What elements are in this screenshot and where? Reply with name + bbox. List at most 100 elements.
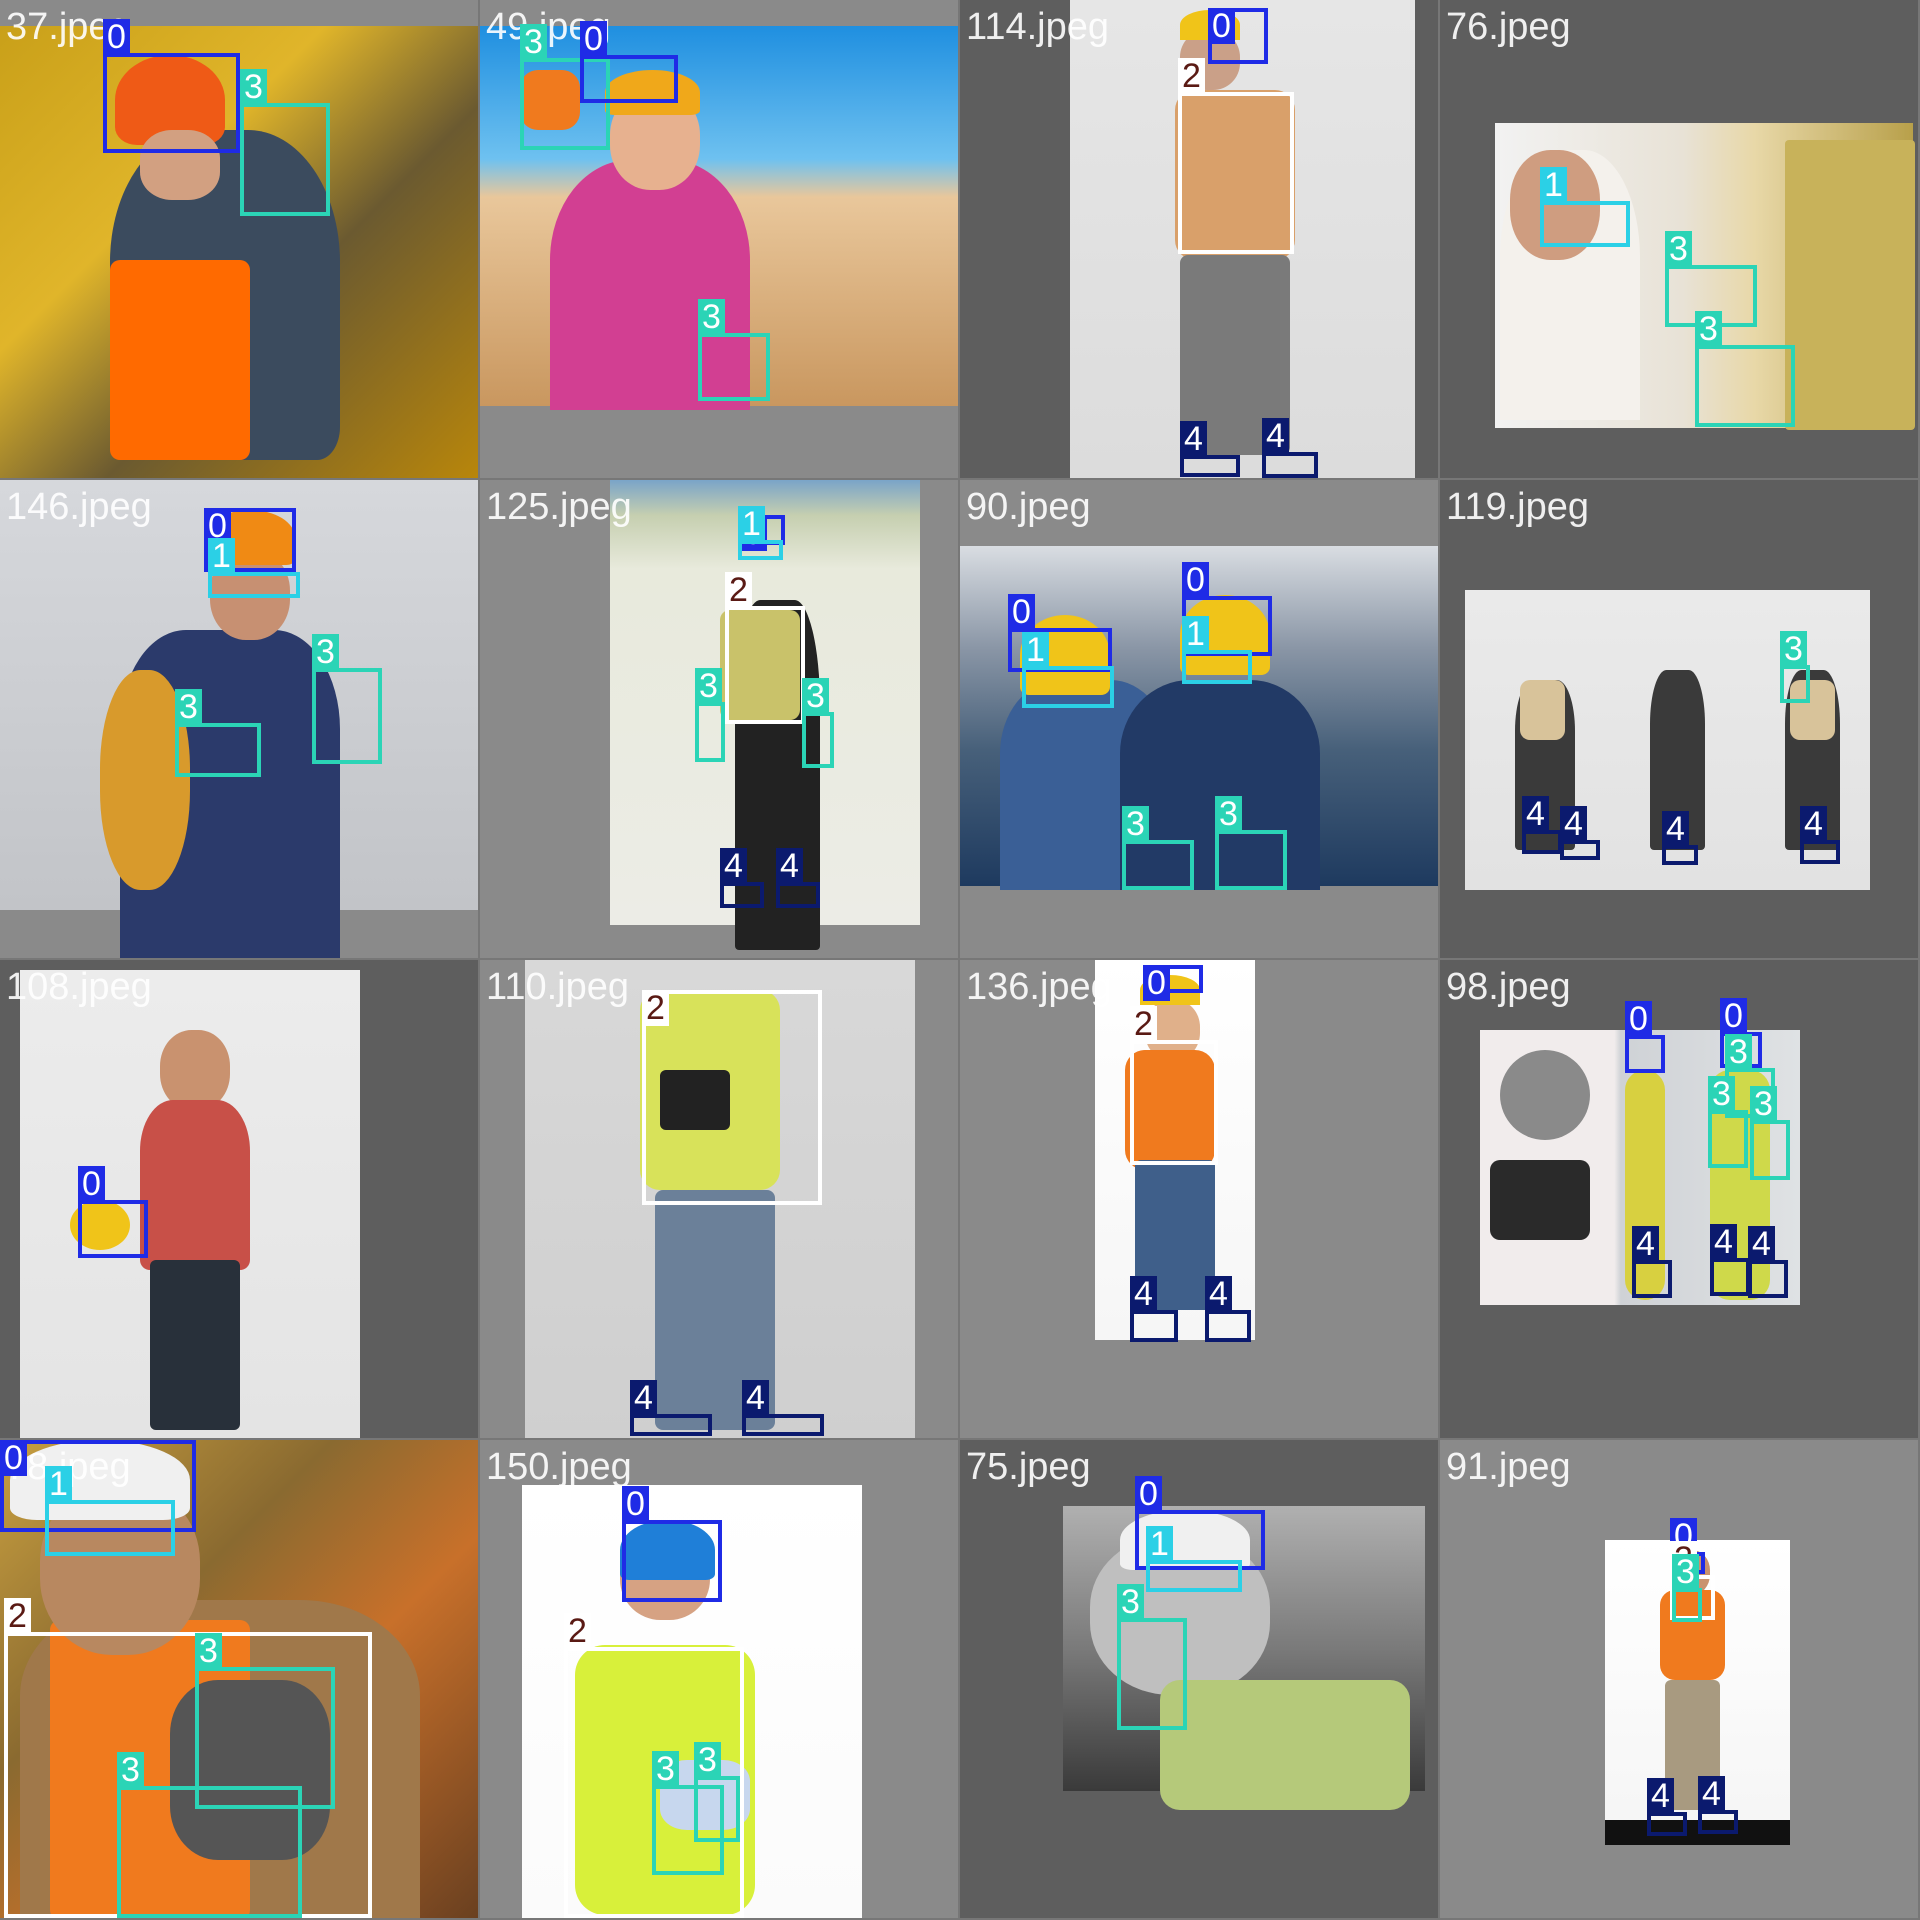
bbox-label: 4	[1710, 1224, 1737, 1260]
bbox-class-3: 3	[312, 634, 382, 764]
bbox-label: 3	[312, 634, 339, 670]
bbox-class-0: 0	[622, 1486, 722, 1602]
mosaic-tile-114: 114.jpeg 0 2 4 4	[960, 0, 1438, 478]
bbox-label: 1	[1146, 1526, 1173, 1562]
bbox-class-4: 4	[1522, 796, 1562, 854]
bbox-class-4: 4	[1560, 806, 1600, 860]
image-filename: 150.jpeg	[486, 1446, 632, 1488]
bbox-class-4: 4	[1748, 1226, 1788, 1298]
bbox-class-1: 1	[1540, 167, 1630, 247]
scene-shape	[1160, 1680, 1410, 1810]
mosaic-tile-49: 49.jpeg 3 0 3	[480, 0, 958, 478]
bbox-label: 3	[695, 668, 722, 704]
bbox-label: 0	[1720, 998, 1747, 1034]
scene-shape	[160, 1030, 230, 1110]
bbox-label: 1	[1540, 167, 1567, 203]
bbox-label: 3	[1750, 1086, 1777, 1122]
bbox-class-4: 4	[630, 1380, 712, 1436]
mosaic-tile-110: 110.jpeg 2 4 4	[480, 960, 958, 1438]
bbox-label: 0	[1625, 1001, 1652, 1037]
bbox-class-3: 3	[695, 668, 725, 762]
bbox-class-3: 3	[1695, 311, 1795, 427]
bbox-class-1: 1	[208, 538, 300, 598]
bbox-class-3: 3	[1117, 1584, 1187, 1730]
bbox-class-3: 3	[1215, 796, 1287, 890]
image-filename: 146.jpeg	[6, 486, 152, 528]
bbox-class-3: 3	[1750, 1086, 1790, 1180]
bbox-label: 4	[1205, 1276, 1232, 1312]
image-filename: 110.jpeg	[486, 966, 629, 1008]
bbox-class-3: 3	[240, 69, 330, 216]
bbox-label: 0	[1182, 562, 1209, 598]
bbox-class-4: 4	[1800, 806, 1840, 864]
mosaic-tile-91: 91.jpeg02344	[1440, 1440, 1918, 1918]
bbox-label: 3	[1672, 1554, 1699, 1590]
bbox-label: 4	[630, 1380, 657, 1416]
bbox-class-0: 0	[580, 21, 678, 103]
bbox-label: 1	[45, 1466, 72, 1502]
mosaic-tile-108: 108.jpeg 0	[0, 960, 478, 1438]
scene-shape	[1520, 680, 1565, 740]
bbox-class-4: 4	[1262, 418, 1318, 478]
mosaic-tile-75: 75.jpeg 0 1 3	[960, 1440, 1438, 1918]
bbox-label: 2	[564, 1613, 591, 1649]
bbox-class-4: 4	[1205, 1276, 1251, 1342]
scene-shape	[1785, 140, 1915, 430]
bbox-label: 4	[1748, 1226, 1775, 1262]
bbox-label: 2	[4, 1598, 31, 1634]
bbox-class-3: 3	[1780, 631, 1810, 703]
bbox-label: 4	[1522, 796, 1549, 832]
bbox-label: 4	[1180, 421, 1207, 457]
bbox-label: 4	[1130, 1276, 1157, 1312]
bbox-label: 4	[1632, 1226, 1659, 1262]
bbox-class-0: 0	[103, 19, 240, 153]
bbox-class-2: 2	[1130, 1006, 1218, 1165]
bbox-class-3: 3	[694, 1742, 740, 1842]
bbox-label: 3	[1117, 1584, 1144, 1620]
bbox-label: 0	[1208, 8, 1235, 44]
image-filename: 119.jpeg	[1446, 486, 1589, 528]
mosaic-tile-76: 76.jpeg 1 3 3	[1440, 0, 1918, 478]
bbox-label: 3	[802, 678, 829, 714]
mosaic-tile-150: 150.jpeg 0 2 3 3	[480, 1440, 958, 1918]
scene-shape	[1500, 1050, 1590, 1140]
image-filename: 108.jpeg	[6, 966, 152, 1008]
bbox-label: 4	[1662, 811, 1689, 847]
bbox-label: 0	[580, 21, 607, 57]
image-filename: 90.jpeg	[966, 486, 1091, 528]
bbox-label: 0	[1008, 594, 1035, 630]
bbox-class-1: 1	[1182, 616, 1252, 684]
bbox-label: 4	[1262, 418, 1289, 454]
bbox-class-3: 3	[1708, 1076, 1748, 1168]
bbox-label: 3	[694, 1742, 721, 1778]
bbox-label: 0	[0, 1440, 27, 1476]
bbox-label: 2	[1130, 1006, 1157, 1042]
bbox-label: 3	[1665, 231, 1692, 267]
bbox-label: 3	[175, 689, 202, 725]
bbox-label: 1	[1182, 616, 1209, 652]
bbox-label: 0	[1135, 1476, 1162, 1512]
image-filename: 136.jpeg	[966, 966, 1112, 1008]
bbox-label: 3	[1725, 1034, 1752, 1070]
bbox-label: 3	[1215, 796, 1242, 832]
bbox-label: 0	[78, 1166, 105, 1202]
bbox-label: 3	[520, 24, 547, 60]
image-filename: 125.jpeg	[486, 486, 632, 528]
mosaic-tile-98: 98.jpeg 0 0 3 3 3 4 4 4	[1440, 960, 1918, 1438]
bbox-label: 1	[738, 506, 765, 542]
bbox-label: 4	[720, 848, 747, 884]
bbox-class-4: 4	[776, 848, 820, 908]
bbox-label: 0	[622, 1486, 649, 1522]
scene-shape	[110, 260, 250, 460]
bbox-class-4: 4	[1180, 421, 1240, 477]
detection-mosaic-grid: 37.jpeg 0 3 49.jpeg 3 0 3 114.jpeg 0 2 4 4 76.jpeg 1 3…	[0, 0, 1920, 1920]
mosaic-tile-146: 146.jpeg 0 1 3 3	[0, 480, 478, 958]
bbox-class-1: 1	[45, 1466, 175, 1556]
mosaic-tile-90: 90.jpeg 0 1 0 1 3 3	[960, 480, 1438, 958]
bbox-label: 3	[698, 299, 725, 335]
bbox-label: 2	[725, 572, 752, 608]
mosaic-tile-78: 78.jpeg01233	[0, 1440, 478, 1918]
bbox-class-3: 3	[1122, 806, 1194, 890]
bbox-class-0: 0	[1143, 965, 1203, 1001]
bbox-class-3: 3	[698, 299, 770, 401]
